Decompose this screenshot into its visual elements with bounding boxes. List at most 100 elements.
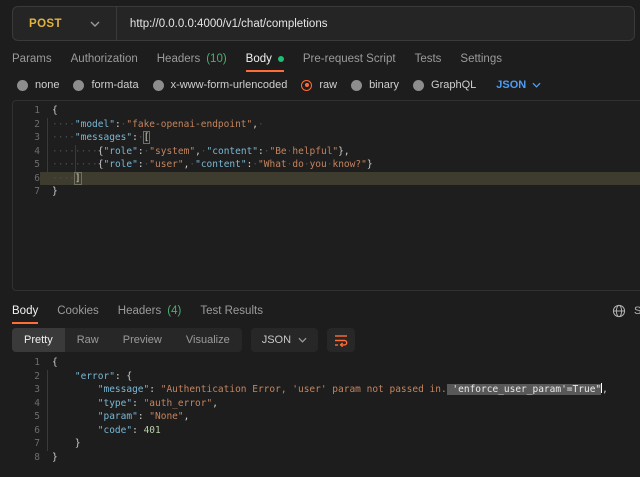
radio-icon — [351, 80, 362, 91]
code-token: "message" — [98, 384, 149, 395]
line-number: 4 — [13, 145, 40, 159]
request-tab-headers[interactable]: Headers(10) — [157, 46, 227, 72]
line-number: 2 — [13, 118, 40, 132]
code-token: 401 — [144, 425, 161, 436]
request-url-bar: POST http://0.0.0.0:4000/v1/chat/complet… — [12, 6, 635, 41]
indent-guide — [47, 437, 48, 451]
code-token: "content" — [195, 159, 246, 170]
code-token: ···· — [52, 173, 75, 184]
request-tab-tests[interactable]: Tests — [415, 46, 442, 72]
indent-guide — [47, 370, 48, 384]
code-token — [52, 438, 75, 449]
line-number: 3 — [13, 383, 40, 397]
response-tab-test-results[interactable]: Test Results — [200, 298, 263, 324]
radio-icon — [73, 80, 84, 91]
body-mode-graphql[interactable]: GraphQL — [413, 79, 476, 91]
code-token — [52, 384, 98, 395]
url-input[interactable]: http://0.0.0.0:4000/v1/chat/completions — [117, 18, 328, 30]
tab-label: Test Results — [200, 305, 263, 317]
code-token: "None" — [149, 411, 183, 422]
code-line: 8} — [13, 451, 640, 465]
indent-guide — [47, 410, 48, 424]
code-token: "param" — [98, 411, 138, 422]
body-mode-raw[interactable]: raw — [301, 79, 337, 91]
code-line: 2····"model":·"fake-openai-endpoint",· — [13, 118, 640, 132]
line-number: 1 — [13, 104, 40, 118]
code-line: 5········{"role":·"user",·"content":·"Wh… — [13, 158, 640, 172]
body-mode-none[interactable]: none — [17, 79, 59, 91]
code-token: "messages" — [75, 132, 132, 143]
code-token: { — [52, 357, 58, 368]
mode-label: binary — [369, 79, 399, 91]
response-tab-body[interactable]: Body — [12, 298, 38, 324]
line-number: 6 — [13, 172, 40, 186]
tab-label: Headers — [118, 305, 161, 317]
raw-language-label: JSON — [496, 79, 526, 91]
code-token: · — [138, 132, 144, 143]
request-tab-body[interactable]: Body — [246, 46, 284, 72]
request-body-editor[interactable]: 1 {2····"model":·"fake-openai-endpoint",·… — [12, 100, 640, 291]
tab-count-badge: (10) — [206, 53, 226, 65]
code-token: } — [367, 159, 373, 170]
response-view-pretty[interactable]: Pretty — [12, 328, 65, 352]
response-body-viewer[interactable]: 1{2 "error": {3 "message": "Authenticati… — [0, 356, 640, 477]
request-tab-params[interactable]: Params — [12, 46, 52, 72]
code-token: "system" — [149, 146, 195, 157]
raw-language-select[interactable]: JSON — [496, 79, 541, 91]
response-view-visualize[interactable]: Visualize — [174, 328, 242, 352]
code-line: 4········{"role":·"system",·"content":·"… — [13, 145, 640, 159]
body-mode-x-www-form-urlencoded[interactable]: x-www-form-urlencoded — [153, 79, 288, 91]
indent-guide — [47, 145, 48, 159]
chevron-down-icon — [298, 337, 307, 343]
code-token: } — [75, 438, 81, 449]
request-tab-pre-request-script[interactable]: Pre-request Script — [303, 46, 396, 72]
body-mode-form-data[interactable]: form-data — [73, 79, 138, 91]
response-tabs-right: S — [612, 298, 640, 324]
code-token — [52, 398, 98, 409]
indent-guide — [47, 424, 48, 438]
indent-guide — [47, 158, 48, 172]
response-view-switcher: PrettyRawPreviewVisualize — [12, 328, 242, 352]
response-view-raw[interactable]: Raw — [65, 328, 111, 352]
response-language-select[interactable]: JSON — [251, 328, 318, 352]
code-token: "Authentication Error, 'user' param not … — [161, 384, 447, 395]
code-token: } — [52, 186, 58, 197]
status-text-clipped: S — [634, 305, 640, 317]
code-token: { — [52, 105, 58, 116]
radio-icon — [413, 80, 424, 91]
mode-label: GraphQL — [431, 79, 476, 91]
body-mode-binary[interactable]: binary — [351, 79, 399, 91]
code-token: "fake-openai-endpoint" — [126, 119, 252, 130]
tab-label: Tests — [415, 53, 442, 65]
indent-guide — [47, 118, 48, 132]
tab-label: Pre-request Script — [303, 53, 396, 65]
chevron-down-icon — [532, 82, 541, 88]
code-token: "What — [258, 159, 287, 170]
method-selector[interactable]: POST — [13, 7, 116, 40]
code-token: "auth_error" — [144, 398, 213, 409]
unsaved-changes-dot-icon — [278, 56, 284, 62]
code-token: [ — [144, 132, 150, 143]
response-view-preview[interactable]: Preview — [111, 328, 174, 352]
code-token: ···· — [52, 132, 75, 143]
code-token: "model" — [75, 119, 115, 130]
line-number: 6 — [13, 424, 40, 438]
response-tab-cookies[interactable]: Cookies — [57, 298, 99, 324]
code-token: , — [602, 384, 608, 395]
indent-guide — [47, 131, 48, 145]
code-token — [52, 411, 98, 422]
mode-label: raw — [319, 79, 337, 91]
rest-client-window: POST http://0.0.0.0:4000/v1/chat/complet… — [0, 0, 640, 477]
radio-icon — [17, 80, 28, 91]
request-tab-settings[interactable]: Settings — [460, 46, 502, 72]
wrap-text-button[interactable] — [327, 328, 355, 352]
request-tab-authorization[interactable]: Authorization — [71, 46, 138, 72]
selected-text: 'enforce_user_param'=True" — [447, 384, 601, 395]
code-token: }, — [338, 146, 349, 157]
mode-label: none — [35, 79, 59, 91]
chevron-down-icon — [90, 21, 100, 27]
globe-icon[interactable] — [612, 304, 626, 318]
response-language-label: JSON — [262, 334, 291, 346]
line-number: 2 — [13, 370, 40, 384]
response-tab-headers[interactable]: Headers(4) — [118, 298, 182, 324]
